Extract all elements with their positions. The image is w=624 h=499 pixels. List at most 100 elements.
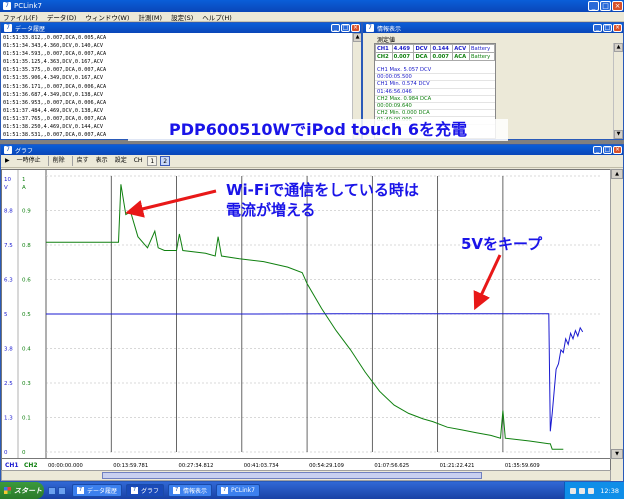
- stat-item: CH1 Min. 0.574 DCV: [375, 81, 495, 89]
- start-button[interactable]: スタート: [0, 482, 44, 499]
- info-titlebar[interactable]: 7 情報表示 _ □ ×: [363, 23, 623, 33]
- menu-data[interactable]: データ(D): [47, 12, 77, 22]
- quick-launch-icon[interactable]: [48, 486, 56, 495]
- menu-window[interactable]: ウィンドウ(W): [85, 12, 129, 22]
- annotation-wifi: Wi-Fiで通信をしている時は 電流が増える: [226, 180, 419, 220]
- delete-button[interactable]: 削除: [51, 156, 67, 166]
- stat-item: CH1 Max. 5.057 DCV: [375, 67, 495, 75]
- time-axis: CH1 CH2 00:00:00.000 00:13:59.781 00:27:34.8…: [5, 462, 540, 469]
- y-tick-label-left: 6.3: [4, 278, 13, 284]
- graph-titlebar[interactable]: 7 グラフ _ □ ×: [1, 145, 623, 155]
- stats-list: CH1 Max. 5.057 DCV 00:00:05.500 CH1 Min. 0…: [375, 67, 495, 125]
- x-tick-label: 00:27:34.812: [179, 463, 214, 469]
- taskbar-item-pclink7[interactable]: 7 PCLink7: [216, 484, 260, 497]
- y-tick-label-right: 0.5: [22, 312, 31, 318]
- info-close-button[interactable]: ×: [613, 24, 622, 32]
- taskbar-item-graph[interactable]: 7 グラフ: [126, 484, 165, 497]
- table-cell: DCA: [413, 52, 432, 61]
- data-history-close-button[interactable]: ×: [351, 24, 360, 32]
- graph-maximize-button[interactable]: □: [603, 146, 612, 154]
- y-tick-label-right: 0: [22, 450, 26, 456]
- desktop: 7 PCLink7 _ □ × ファイル(F) データ(D) ウィンドウ(W) …: [0, 0, 624, 499]
- x-tick-label: 00:41:03.734: [244, 463, 280, 469]
- taskbar-item-data-history[interactable]: 7 データ履歴: [72, 484, 123, 497]
- list-item[interactable]: 01:51:35.906,4.349,DCV,0.167,ACV: [3, 74, 350, 82]
- table-cell: 0.007: [430, 52, 454, 61]
- scrollbar-thumb[interactable]: [102, 472, 482, 479]
- play-icon[interactable]: ▶: [3, 156, 12, 166]
- graph-vertical-scrollbar[interactable]: ▲ ▼: [610, 169, 623, 459]
- back-button[interactable]: 戻す: [75, 156, 91, 166]
- graph-horizontal-scrollbar[interactable]: [1, 470, 611, 481]
- y-tick-label-left: 7.5: [4, 243, 13, 249]
- app-titlebar[interactable]: 7 PCLink7 _ □ ×: [0, 0, 624, 12]
- data-history-maximize-button[interactable]: □: [341, 24, 350, 32]
- table-cell: ACV: [452, 44, 470, 53]
- table-cell: CH2: [375, 52, 393, 61]
- tray-icon[interactable]: [579, 487, 586, 494]
- scroll-up-icon[interactable]: ▲: [614, 43, 623, 52]
- info-title: 情報表示: [377, 25, 402, 33]
- scroll-down-icon[interactable]: ▼: [611, 449, 623, 459]
- maximize-button[interactable]: □: [600, 1, 611, 11]
- time-axis-strip: CH1 CH2 00:00:00.000 00:13:59.781 00:27:34.8…: [1, 459, 611, 470]
- info-minimize-button[interactable]: _: [593, 24, 602, 32]
- x-tick-label: 01:35:59.609: [505, 463, 540, 469]
- y-tick-label-right: 1: [22, 177, 26, 183]
- scroll-down-icon[interactable]: ▼: [614, 130, 623, 139]
- y-tick-label-right: 0.3: [22, 381, 31, 387]
- menu-help[interactable]: ヘルプ(H): [202, 12, 231, 22]
- window-icon: 7: [4, 146, 12, 154]
- close-button[interactable]: ×: [612, 1, 623, 11]
- list-item[interactable]: 01:51:35.125,4.363,DCV,0.167,ACV: [3, 58, 350, 66]
- quick-launch-icon[interactable]: [58, 486, 66, 495]
- y-tick-label-left: 8.8: [4, 209, 13, 215]
- list-item[interactable]: 01:51:35.375,,0.007,DCA,0.007,ACA: [3, 66, 350, 74]
- x-tick-label: 00:13:59.781: [113, 463, 148, 469]
- graph-minimize-button[interactable]: _: [593, 146, 602, 154]
- display-menu-button[interactable]: 表示: [94, 156, 110, 166]
- annotation-wifi-line2: 電流が増える: [226, 201, 316, 219]
- taskbar: スタート 7 データ履歴 7 グラフ 7 情報表示 7 PCLink7 12:38: [0, 482, 624, 499]
- table-row: CH1 4.469 DCV 0.144 ACV Battery: [375, 44, 496, 53]
- y-tick-label-right: 0.6: [22, 278, 31, 284]
- tray-icon[interactable]: [570, 487, 577, 494]
- menu-file[interactable]: ファイル(F): [3, 12, 38, 22]
- menu-measure[interactable]: 計測(M): [138, 12, 162, 22]
- list-item[interactable]: 01:51:37.484,4.469,DCV,0.138,ACV: [3, 107, 350, 115]
- y-tick-label-left: 1.3: [4, 416, 13, 422]
- taskbar-item-label: データ履歴: [87, 488, 118, 495]
- channel-label: CH: [133, 157, 143, 164]
- table-cell: CH1: [375, 44, 393, 53]
- taskbar-item-info[interactable]: 7 情報表示: [168, 484, 213, 497]
- table-cell: ACA: [452, 52, 470, 61]
- data-history-minimize-button[interactable]: _: [331, 24, 340, 32]
- data-history-titlebar[interactable]: 7 データ履歴 _ □ ×: [1, 23, 361, 33]
- list-item[interactable]: 01:51:33.812,,0.007,DCA,0.005,ACA: [3, 34, 350, 42]
- table-cell: 0.007: [391, 52, 415, 61]
- list-item[interactable]: 01:51:34.343,4.360,DCV,0.140,ACV: [3, 42, 350, 50]
- scroll-up-icon[interactable]: ▲: [353, 33, 361, 42]
- channel-1-button[interactable]: 1: [147, 156, 158, 166]
- list-item[interactable]: 01:51:36.953,,0.007,DCA,0.006,ACA: [3, 99, 350, 107]
- info-maximize-button[interactable]: □: [603, 24, 612, 32]
- info-scrollbar[interactable]: ▲ ▼: [613, 43, 623, 139]
- pause-button[interactable]: 一時停止: [15, 156, 43, 166]
- list-item[interactable]: 01:51:36.687,4.349,DCV,0.138,ACV: [3, 91, 350, 99]
- bottom-label-ch1: CH1: [5, 462, 19, 469]
- settings-menu-button[interactable]: 設定: [113, 156, 129, 166]
- menu-settings[interactable]: 設定(S): [171, 12, 193, 22]
- table-row: CH2 0.007 DCA 0.007 ACA Battery: [375, 52, 496, 61]
- data-history-title: データ履歴: [15, 25, 46, 33]
- minimize-button[interactable]: _: [588, 1, 599, 11]
- graph-close-button[interactable]: ×: [613, 146, 622, 154]
- y-tick-label-left: 0: [4, 450, 8, 456]
- y-tick-label-right: 0.8: [22, 243, 31, 249]
- channel-2-button[interactable]: 2: [160, 156, 171, 166]
- table-cell: Battery: [468, 52, 496, 61]
- y-tick-label-right: 0.4: [22, 347, 31, 353]
- scroll-up-icon[interactable]: ▲: [611, 169, 623, 179]
- tray-icon[interactable]: [588, 487, 595, 494]
- list-item[interactable]: 01:51:36.171,,0.007,DCA,0.006,ACA: [3, 83, 350, 91]
- list-item[interactable]: 01:51:34.593,,0.007,DCA,0.007,ACA: [3, 50, 350, 58]
